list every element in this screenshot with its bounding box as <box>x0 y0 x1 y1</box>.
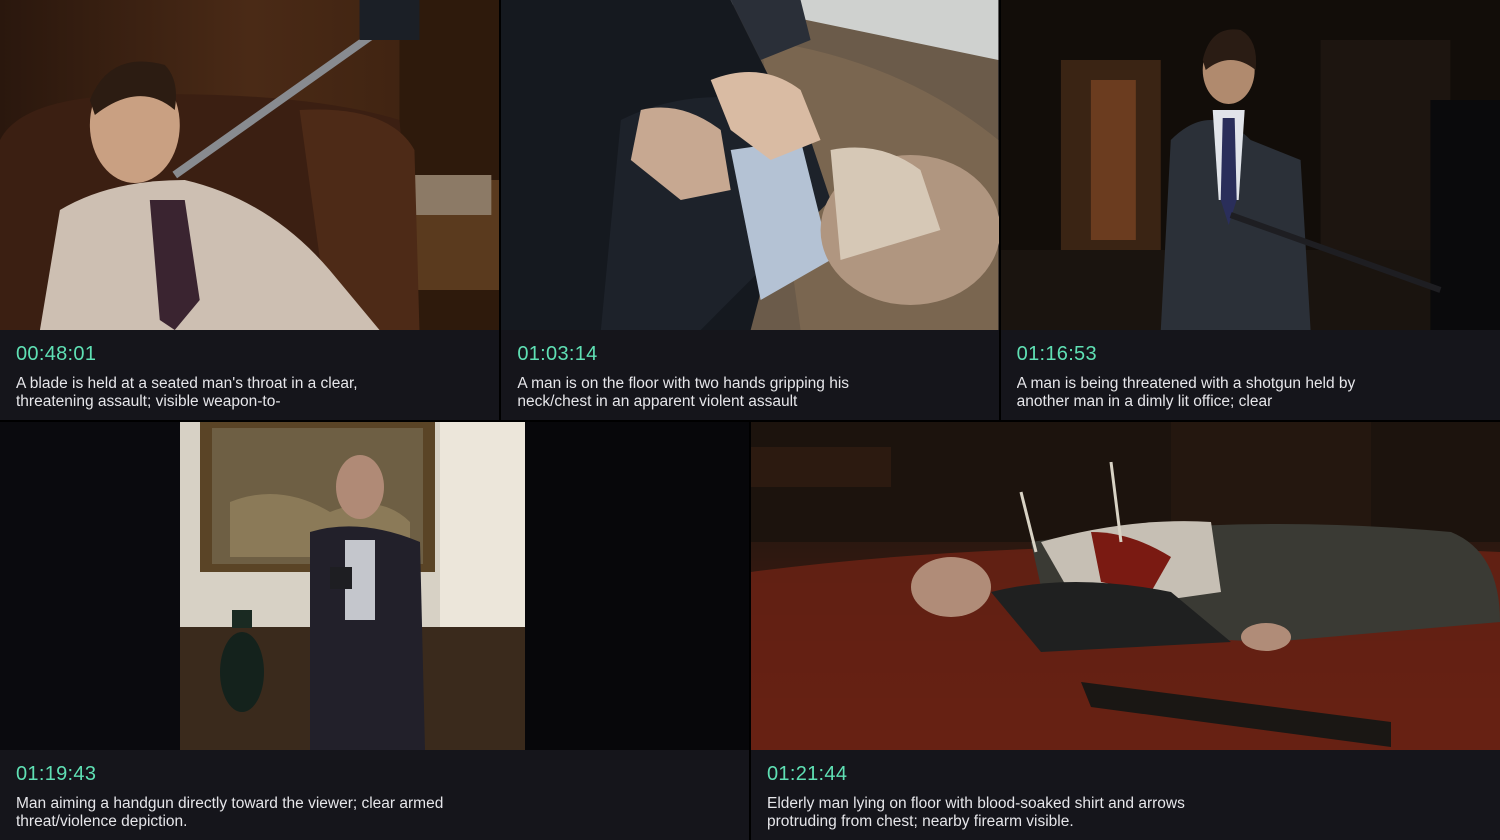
scene-thumbnail[interactable] <box>0 422 749 750</box>
thumbnail-row-bottom: 01:19:43 Man aiming a handgun directly t… <box>0 422 1500 840</box>
scene-thumbnail[interactable] <box>1000 0 1500 330</box>
scene-timecode[interactable]: 00:48:01 <box>16 343 96 366</box>
scene-description: Man aiming a handgun directly toward the… <box>16 795 444 830</box>
scene-caption: 01:21:44 Elderly man lying on floor with… <box>751 750 1500 840</box>
thumbnail-row-top: 00:48:01 A blade is held at a seated man… <box>0 0 1500 420</box>
scene-image <box>1000 0 1500 330</box>
scene-thumbnail[interactable] <box>0 0 500 330</box>
scene-card[interactable]: 01:03:14 A man is on the floor with two … <box>501 0 999 420</box>
scene-image <box>501 0 999 330</box>
scene-caption: 01:16:53 A man is being threatened with … <box>1000 330 1500 420</box>
scene-timecode[interactable]: 01:03:14 <box>517 343 597 366</box>
scene-timecode[interactable]: 01:21:44 <box>767 763 847 786</box>
scene-thumbnail[interactable] <box>501 0 999 330</box>
scene-image <box>0 422 749 750</box>
scene-card[interactable]: 01:21:44 Elderly man lying on floor with… <box>751 422 1500 840</box>
scene-description: Elderly man lying on floor with blood-so… <box>767 795 1185 830</box>
scene-card[interactable]: 01:16:53 A man is being threatened with … <box>1000 0 1500 420</box>
scene-caption: 01:19:43 Man aiming a handgun directly t… <box>0 750 749 840</box>
scene-description: A man is on the floor with two hands gri… <box>517 375 850 410</box>
scene-image <box>751 422 1500 750</box>
scene-thumbnail[interactable] <box>751 422 1500 750</box>
scene-image <box>0 0 500 330</box>
scene-card[interactable]: 00:48:01 A blade is held at a seated man… <box>0 0 500 420</box>
scene-timecode[interactable]: 01:19:43 <box>16 763 96 786</box>
scene-description: A man is being threatened with a shotgun… <box>1016 375 1356 410</box>
scene-card[interactable]: 01:19:43 Man aiming a handgun directly t… <box>0 422 749 840</box>
scene-caption: 01:03:14 A man is on the floor with two … <box>501 330 999 420</box>
scene-timecode[interactable]: 01:16:53 <box>1017 343 1097 366</box>
scene-description: A blade is held at a seated man's throat… <box>16 375 358 410</box>
scene-caption: 00:48:01 A blade is held at a seated man… <box>0 330 500 420</box>
